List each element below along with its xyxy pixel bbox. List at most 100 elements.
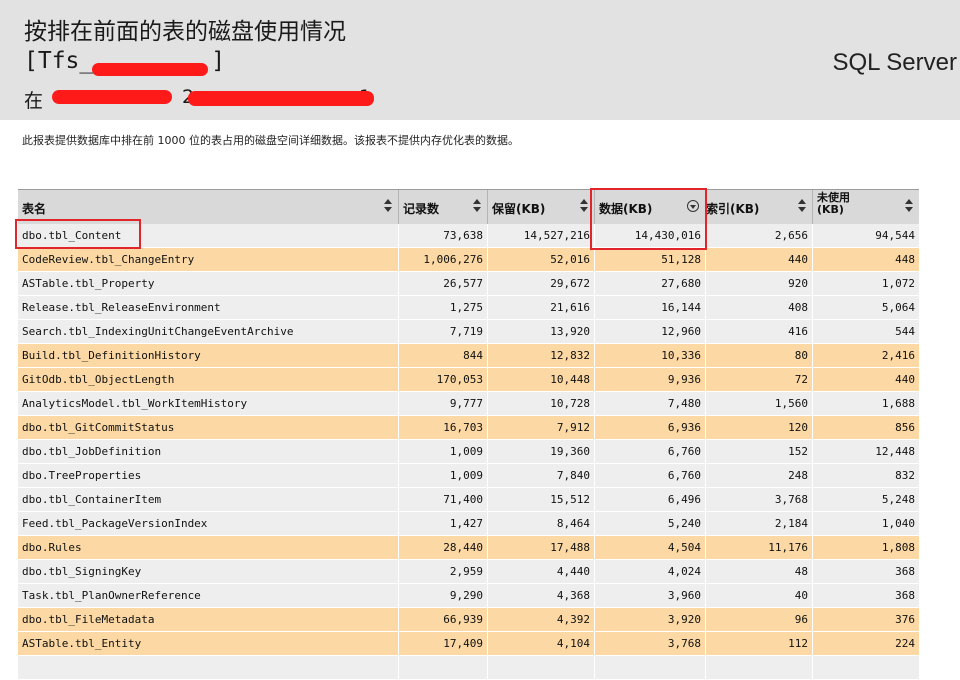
cell-name: Task.tbl_PlanOwnerReference [18,584,398,607]
col-header-unused[interactable]: 未使用 (KB) [812,190,919,224]
cell-records: 844 [398,344,487,367]
table-row: dbo.tbl_JobDefinition 1,009 19,360 6,760 152… [18,440,919,464]
cell-name: Search.tbl_IndexingUnitChangeEventArchiv… [18,320,398,343]
cell-name: Feed.tbl_PackageVersionIndex [18,512,398,535]
cell-data: 12,960 [594,320,705,343]
cell-index: 920 [705,272,812,295]
table-row: dbo.tbl_ContainerItem 71,400 15,512 6,496 3,… [18,488,919,512]
table-row: dbo.tbl_Content 73,638 14,527,216 14,430,01… [18,224,919,248]
cell-reserved: 13,920 [487,320,594,343]
redaction-mark [92,63,208,76]
table-header: 表名 记录数 保留(KB) 数据(KB) 索引(KB) 未使用 (KB) [18,189,919,225]
annotation-box-table-name [15,219,141,249]
cell-reserved: 21,616 [487,296,594,319]
product-name: SQL Server [832,49,958,76]
cell-index: 3,768 [705,488,812,511]
cell-unused: 2,416 [812,344,919,367]
location-line: 在 2 1 [24,86,371,113]
cell-data: 6,760 [594,440,705,463]
annotation-box-data-column [590,188,707,250]
cell-unused: 1,072 [812,272,919,295]
cell-index: 72 [705,368,812,391]
cell-name: Build.tbl_DefinitionHistory [18,344,398,367]
cell-records: 170,053 [398,368,487,391]
table-row: CodeReview.tbl_ChangeEntry 1,006,276 52,01… [18,248,919,272]
table-row: dbo.Rules 28,440 17,488 4,504 11,176 1,808 [18,536,919,560]
table-row: ASTable.tbl_Property 26,577 29,672 27,680 92… [18,272,919,296]
cell-unused: 12,448 [812,440,919,463]
cell-reserved: 7,840 [487,464,594,487]
sort-icon[interactable] [473,199,481,213]
sort-icon[interactable] [905,199,913,213]
cell-records: 16,703 [398,416,487,439]
sort-icon[interactable] [798,199,806,213]
cell-unused: 5,064 [812,296,919,319]
cell-unused: 544 [812,320,919,343]
cell-data: 10,336 [594,344,705,367]
cell-unused: 94,544 [812,224,919,247]
cell-reserved: 14,527,216 [487,224,594,247]
cell-records: 1,009 [398,464,487,487]
sort-icon[interactable] [384,199,392,213]
cell-records: 1,009 [398,440,487,463]
report-title: 按排在前面的表的磁盘使用情况 [24,19,346,45]
col-header-index[interactable]: 索引(KB) [705,190,812,224]
cell-name: dbo.tbl_SigningKey [18,560,398,583]
cell-records: 28,440 [398,536,487,559]
table-row: dbo.TreeProperties 1,009 7,840 6,760 248 832 [18,464,919,488]
cell-name: dbo.TreeProperties [18,464,398,487]
cell-name [18,656,398,679]
table-row: GitOdb.tbl_ObjectLength 170,053 10,448 9,93… [18,368,919,392]
cell-data: 7,480 [594,392,705,415]
cell-reserved: 12,832 [487,344,594,367]
cell-name: CodeReview.tbl_ChangeEntry [18,248,398,271]
cell-unused: 224 [812,632,919,655]
cell-records: 17,409 [398,632,487,655]
cell-name: Release.tbl_ReleaseEnvironment [18,296,398,319]
cell-records: 2,959 [398,560,487,583]
table-row: Release.tbl_ReleaseEnvironment 1,275 21,61… [18,296,919,320]
redaction-mark [52,90,172,104]
cell-unused [812,656,919,679]
col-header-reserved[interactable]: 保留(KB) [487,190,594,224]
cell-name: AnalyticsModel.tbl_WorkItemHistory [18,392,398,415]
table-row: Search.tbl_IndexingUnitChangeEventArchiv… [18,320,919,344]
database-prefix: [Tfs_ [24,48,94,74]
cell-index: 152 [705,440,812,463]
sort-icon[interactable] [580,199,588,213]
cell-data: 27,680 [594,272,705,295]
cell-records: 26,577 [398,272,487,295]
cell-reserved [487,656,594,679]
cell-unused: 832 [812,464,919,487]
cell-index: 80 [705,344,812,367]
cell-data: 6,496 [594,488,705,511]
cell-data: 9,936 [594,368,705,391]
cell-index: 112 [705,632,812,655]
cell-reserved: 4,392 [487,608,594,631]
cell-name: dbo.tbl_JobDefinition [18,440,398,463]
cell-records: 9,290 [398,584,487,607]
cell-records: 71,400 [398,488,487,511]
cell-index: 48 [705,560,812,583]
redaction-mark [188,91,374,106]
table-row: Feed.tbl_PackageVersionIndex 1,427 8,464 5,… [18,512,919,536]
cell-data: 3,960 [594,584,705,607]
cell-records: 1,006,276 [398,248,487,271]
report-header: 按排在前面的表的磁盘使用情况 [Tfs_] 在 2 1 SQL Server [0,0,960,120]
cell-data: 5,240 [594,512,705,535]
cell-data: 51,128 [594,248,705,271]
location-prefix: 在 [24,90,44,112]
col-header-records[interactable]: 记录数 [398,190,487,224]
cell-name: dbo.Rules [18,536,398,559]
cell-data: 3,920 [594,608,705,631]
database-suffix: ] [211,48,226,74]
cell-reserved: 4,104 [487,632,594,655]
cell-records: 1,427 [398,512,487,535]
table-row: dbo.tbl_SigningKey 2,959 4,440 4,024 48 368 [18,560,919,584]
cell-reserved: 4,440 [487,560,594,583]
cell-unused: 1,688 [812,392,919,415]
cell-index [705,656,812,679]
cell-data: 4,504 [594,536,705,559]
cell-data: 6,760 [594,464,705,487]
cell-unused: 368 [812,560,919,583]
